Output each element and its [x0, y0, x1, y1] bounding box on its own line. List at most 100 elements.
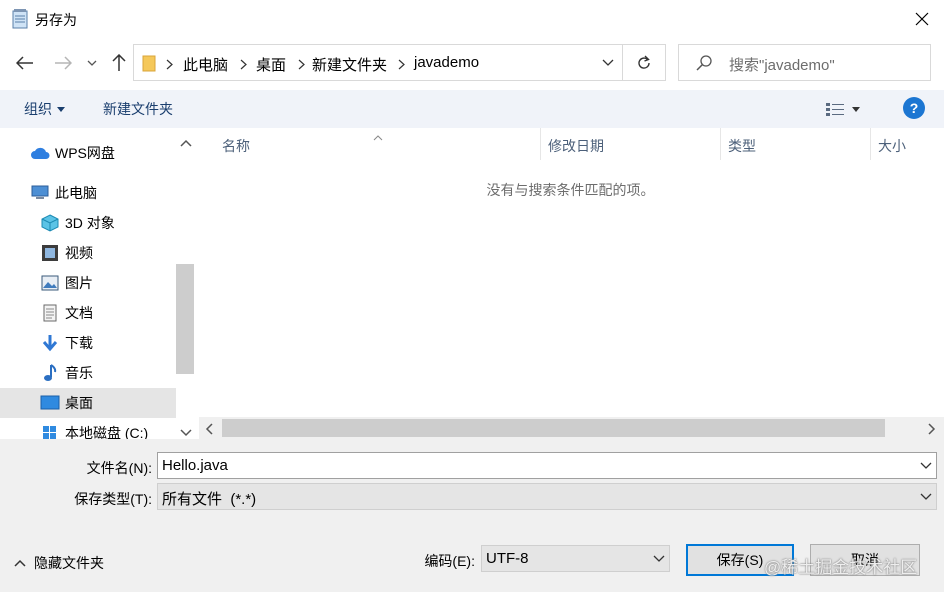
watermark: @稀土掘金技术社区 [764, 558, 918, 577]
arrow-up-icon [112, 54, 126, 71]
music-icon [40, 364, 60, 382]
horizontal-scrollbar-thumb[interactable] [222, 419, 885, 437]
empty-message: 没有与搜索条件匹配的项。 [486, 182, 655, 198]
caret-down-icon [852, 106, 860, 112]
nav-item-local-disk-c[interactable]: 本地磁盘 (C:) [0, 418, 176, 439]
arrow-left-icon [16, 56, 33, 70]
details-view-icon [826, 103, 844, 116]
column-header-row: 名称 修改日期 类型 大小 [197, 128, 944, 160]
view-options-button[interactable] [826, 98, 870, 120]
encoding-value: UTF-8 [486, 550, 529, 567]
nav-scrollbar-thumb[interactable] [176, 264, 194, 374]
nav-item-downloads[interactable]: 下载 [0, 328, 176, 358]
cloud-icon [30, 144, 50, 162]
close-button[interactable] [900, 0, 944, 38]
hide-folders-toggle[interactable]: 隐藏文件夹 [14, 553, 104, 573]
folder-icon [142, 54, 156, 75]
scroll-down-icon[interactable] [180, 424, 192, 439]
column-modified-date[interactable]: 修改日期 [548, 136, 604, 156]
nav-item-3d-objects[interactable]: 3D 对象 [0, 208, 176, 238]
chevron-right-icon [240, 57, 247, 73]
navigation-pane: WPS网盘 此电脑 3D 对象 视频 图片 文档 下载 音乐 桌面 本地磁盘 (… [0, 128, 196, 439]
nav-item-desktop[interactable]: 桌面 [0, 388, 176, 418]
nav-item-music[interactable]: 音乐 [0, 358, 176, 388]
nav-item-videos[interactable]: 视频 [0, 238, 176, 268]
chevron-down-icon [649, 546, 669, 571]
nav-item-label: 本地磁盘 (C:) [65, 425, 149, 439]
filetype-select[interactable]: 所有文件 (*.*) [157, 483, 937, 510]
desktop-icon [40, 394, 60, 412]
filetype-label: 保存类型(T): [74, 491, 152, 507]
drive-icon [40, 424, 60, 439]
nav-item-pictures[interactable]: 图片 [0, 268, 176, 298]
cube-icon [40, 214, 60, 232]
column-divider[interactable] [870, 128, 871, 160]
chevron-down-icon [87, 60, 97, 66]
sort-ascending-icon [373, 128, 383, 144]
chevron-right-icon [398, 57, 405, 73]
address-dropdown-button[interactable] [593, 45, 623, 80]
breadcrumb-item[interactable]: javademo [414, 54, 479, 71]
column-name[interactable]: 名称 [222, 136, 250, 156]
breadcrumb-item[interactable]: 此电脑 [183, 54, 228, 75]
chevron-right-icon [166, 57, 173, 73]
nav-item-label: 3D 对象 [65, 215, 115, 231]
column-divider[interactable] [540, 128, 541, 160]
nav-item-label: WPS网盘 [55, 145, 115, 161]
notepad-icon [11, 9, 29, 29]
hide-folders-label: 隐藏文件夹 [34, 555, 104, 571]
refresh-button[interactable] [623, 44, 666, 81]
nav-item-label: 音乐 [65, 365, 93, 381]
recent-locations-button[interactable] [82, 46, 102, 80]
picture-icon [40, 274, 60, 292]
column-divider[interactable] [720, 128, 721, 160]
nav-item-this-pc[interactable]: 此电脑 [0, 178, 176, 208]
filetype-value: 所有文件 (*.*) [162, 491, 257, 508]
address-bar[interactable]: 此电脑 桌面 新建文件夹 javademo [133, 44, 623, 81]
encoding-select[interactable]: UTF-8 [481, 545, 670, 572]
close-icon [915, 12, 929, 26]
column-type[interactable]: 类型 [728, 136, 756, 156]
video-icon [40, 244, 60, 262]
nav-item-wps-drive[interactable]: WPS网盘 [0, 138, 176, 168]
column-size[interactable]: 大小 [878, 136, 906, 156]
breadcrumb-item[interactable]: 桌面 [256, 54, 286, 75]
search-placeholder: 搜索"javademo" [729, 57, 835, 74]
computer-icon [30, 184, 50, 202]
filename-input[interactable]: Hello.java [157, 452, 937, 479]
nav-item-label: 视频 [65, 245, 93, 261]
chevron-down-icon[interactable] [916, 453, 936, 478]
nav-item-documents[interactable]: 文档 [0, 298, 176, 328]
caret-down-icon [57, 106, 65, 112]
chevron-down-icon [916, 484, 936, 509]
toolbar: 组织 新建文件夹 ? [0, 90, 944, 128]
scroll-right-icon[interactable] [928, 422, 936, 438]
nav-item-label: 下载 [65, 335, 93, 351]
forward-button[interactable] [50, 46, 76, 80]
organize-label: 组织 [24, 101, 52, 117]
chevron-up-icon [14, 559, 26, 567]
title-bar: 另存为 [0, 0, 944, 38]
download-icon [40, 334, 60, 352]
search-icon [695, 54, 713, 75]
refresh-icon [638, 55, 650, 69]
filename-value: Hello.java [162, 457, 228, 474]
breadcrumb-item[interactable]: 新建文件夹 [312, 54, 387, 75]
scroll-up-icon[interactable] [180, 134, 192, 150]
nav-item-label: 图片 [65, 275, 93, 291]
chevron-right-icon [298, 57, 305, 73]
window-title: 另存为 [35, 12, 77, 28]
chevron-down-icon [602, 59, 614, 66]
encoding-label: 编码(E): [424, 553, 475, 569]
new-folder-button[interactable]: 新建文件夹 [103, 99, 173, 119]
search-box[interactable]: 搜索"javademo" [678, 44, 931, 81]
arrow-right-icon [55, 56, 72, 70]
scroll-left-icon[interactable] [205, 422, 213, 438]
nav-item-label: 文档 [65, 305, 93, 321]
help-button[interactable]: ? [903, 97, 925, 119]
back-button[interactable] [12, 46, 38, 80]
document-icon [40, 304, 60, 322]
up-button[interactable] [106, 46, 132, 80]
filename-label: 文件名(N): [86, 460, 152, 476]
organize-menu-button[interactable]: 组织 [24, 99, 65, 119]
